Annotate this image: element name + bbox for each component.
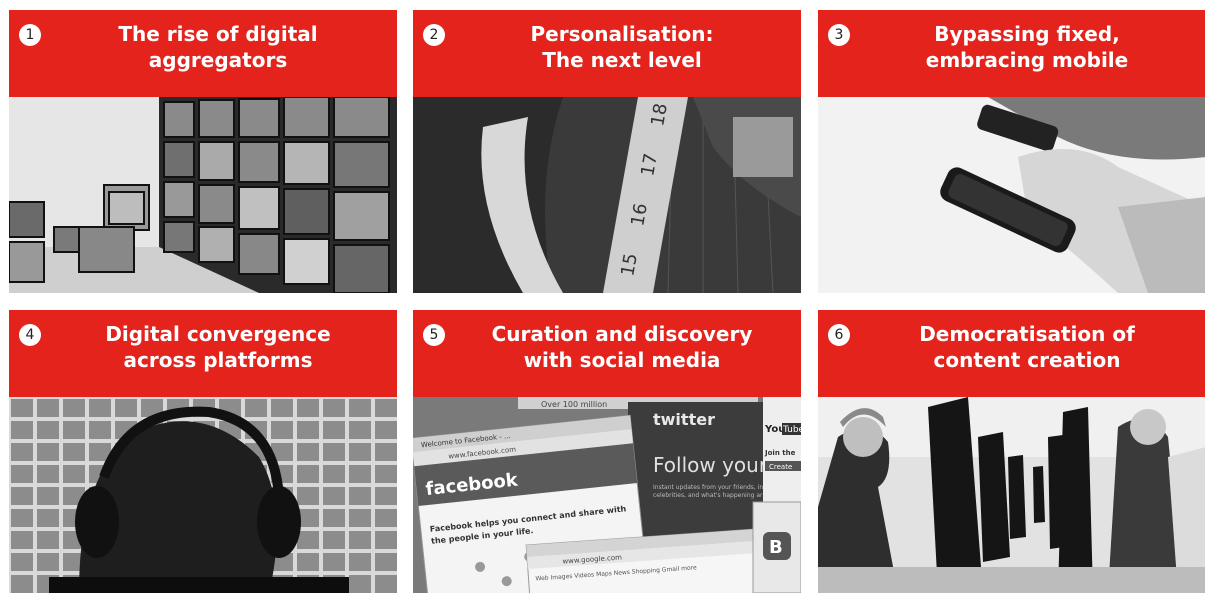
panel-1: 1 The rise of digital aggregators <box>9 10 397 293</box>
youtube-create: Create <box>769 463 792 471</box>
panel-1-title: The rise of digital aggregators <box>118 22 318 72</box>
social-media-screens-photo: Over 100 million twitter Follow your in … <box>413 397 801 593</box>
blogger-icon: B <box>769 537 783 558</box>
svg-text:16: 16 <box>627 202 652 228</box>
youtube-join: Join the <box>764 449 796 457</box>
panel-2-number: 2 <box>423 24 445 46</box>
office-computers-photo <box>818 397 1205 593</box>
panel-1-number: 1 <box>19 24 41 46</box>
twitter-logo: twitter <box>653 410 715 429</box>
video-wall-photo <box>9 97 397 293</box>
panel-5-banner: 5 Curation and discovery with social med… <box>413 310 801 397</box>
panel-6: 6 Democratisation of content creation <box>818 310 1205 593</box>
panel-4: 4 Digital convergence across platforms <box>9 310 397 593</box>
youtube-logo-tube: Tube <box>782 425 801 435</box>
panel-6-number: 6 <box>828 324 850 346</box>
headphones-listener-photo <box>9 397 397 593</box>
panel-1-banner: 1 The rise of digital aggregators <box>9 10 397 97</box>
panel-2: 2 Personalisation: The next level 18 17 … <box>413 10 801 293</box>
panel-5-number: 5 <box>423 324 445 346</box>
panel-3-banner: 3 Bypassing fixed, embracing mobile <box>818 10 1205 97</box>
panel-3-title: Bypassing fixed, embracing mobile <box>925 22 1129 72</box>
smartphones-photo <box>818 97 1205 293</box>
top-strip-text: Over 100 million <box>541 400 607 409</box>
panel-6-banner: 6 Democratisation of content creation <box>818 310 1205 397</box>
panel-6-title: Democratisation of content creation <box>919 322 1135 372</box>
svg-text:18: 18 <box>647 102 672 128</box>
panel-4-banner: 4 Digital convergence across platforms <box>9 310 397 397</box>
twitter-sub-2: celebrities, and what's happening ar <box>653 492 763 499</box>
svg-text:15: 15 <box>617 252 642 278</box>
panel-4-title: Digital convergence across platforms <box>105 322 331 372</box>
panel-5-title: Curation and discovery with social media <box>491 322 753 372</box>
panel-3: 3 Bypassing fixed, embracing mobile <box>818 10 1205 293</box>
panel-2-banner: 2 Personalisation: The next level <box>413 10 801 97</box>
tailor-measuring-tape-photo: 18 17 16 15 <box>413 97 801 293</box>
panel-2-title: Personalisation: The next level <box>530 22 714 72</box>
panel-3-number: 3 <box>828 24 850 46</box>
twitter-sub: Instant updates from your friends, in <box>653 484 763 491</box>
svg-text:17: 17 <box>637 152 662 178</box>
panel-5: 5 Curation and discovery with social med… <box>413 310 801 593</box>
panel-4-number: 4 <box>19 324 41 346</box>
